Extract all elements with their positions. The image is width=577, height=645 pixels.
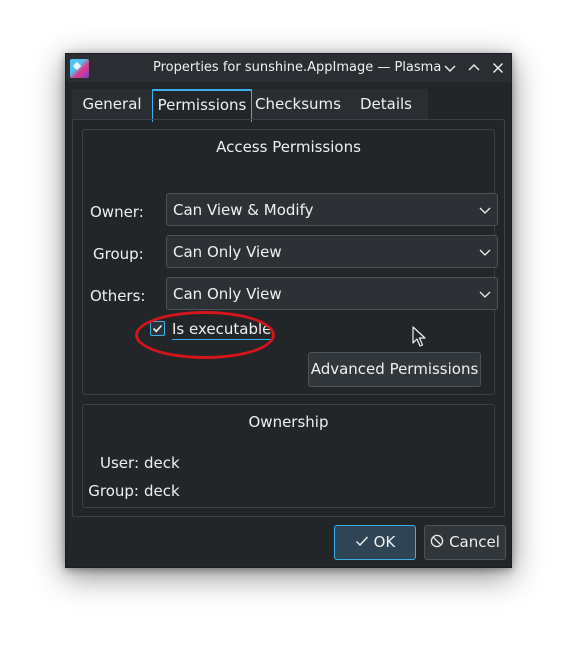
others-label: Others:	[90, 287, 146, 305]
ok-label: OK	[373, 533, 396, 551]
group-select-value: Can Only View	[173, 243, 282, 261]
close-icon	[493, 63, 503, 73]
close-button[interactable]	[488, 58, 508, 78]
group-label: Group:	[93, 245, 144, 263]
owner-select-value: Can View & Modify	[173, 201, 314, 219]
is-executable-checkbox[interactable]: Is executable	[150, 318, 290, 342]
group-select[interactable]: Can Only View	[166, 235, 498, 268]
owner-label: Owner:	[90, 203, 144, 221]
window-title: Properties for sunshine.AppImage — Plasm…	[153, 60, 442, 75]
user-value: deck	[144, 454, 180, 472]
tab-general[interactable]: General	[72, 89, 152, 120]
tab-permissions[interactable]: Permissions	[152, 89, 252, 122]
advanced-permissions-button[interactable]: Advanced Permissions	[308, 352, 481, 387]
mouse-cursor-icon	[412, 326, 426, 347]
chevron-down-icon	[479, 207, 491, 214]
chevron-up-icon	[468, 64, 480, 71]
properties-dialog: Properties for sunshine.AppImage — Plasm…	[65, 53, 512, 568]
ownership-title: Ownership	[248, 413, 329, 431]
owner-group-label: Group:	[88, 482, 139, 500]
others-select[interactable]: Can Only View	[166, 277, 498, 310]
owner-group-value: deck	[144, 482, 180, 500]
chevron-down-icon	[479, 291, 491, 298]
chevron-down-icon	[479, 249, 491, 256]
access-permissions-group: Access Permissions Owner: Can View & Mod…	[82, 129, 498, 395]
title-bar[interactable]: Properties for sunshine.AppImage — Plasm…	[66, 54, 511, 82]
tab-bar: General Checksums Details Permissions	[72, 89, 428, 122]
tab-details[interactable]: Details	[344, 89, 428, 120]
tab-checksums[interactable]: Checksums	[252, 89, 344, 120]
maximize-button[interactable]	[464, 58, 484, 78]
ownership-group: Ownership User: deck Group: deck	[82, 404, 495, 508]
check-icon	[152, 324, 163, 333]
screenshot-stage: Properties for sunshine.AppImage — Plasm…	[0, 0, 577, 645]
cancel-label: Cancel	[449, 533, 500, 551]
user-label: User:	[100, 454, 139, 472]
owner-select[interactable]: Can View & Modify	[166, 193, 498, 226]
others-select-value: Can Only View	[173, 285, 282, 303]
chevron-down-icon	[444, 65, 456, 72]
minimize-button[interactable]	[440, 58, 460, 78]
cancel-button[interactable]: Cancel	[424, 525, 506, 560]
is-executable-label: Is executable	[172, 320, 272, 340]
appimage-icon	[70, 59, 89, 78]
checkbox-box[interactable]	[150, 321, 165, 336]
cancel-icon	[430, 534, 444, 547]
access-permissions-title: Access Permissions	[216, 138, 361, 156]
check-icon	[355, 536, 368, 546]
ok-button[interactable]: OK	[334, 525, 416, 560]
